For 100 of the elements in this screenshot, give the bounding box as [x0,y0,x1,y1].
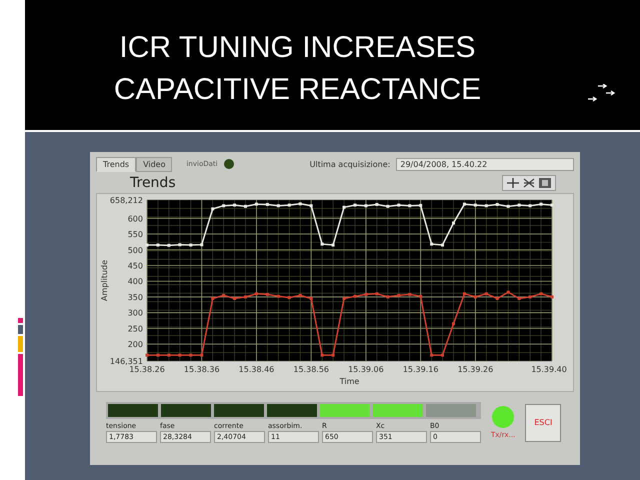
data-point [484,204,488,208]
y-tick-label: 400 [128,277,143,286]
data-point [364,292,368,296]
data-point [496,202,499,206]
data-point [540,292,543,296]
data-point [506,290,510,294]
accent-stripe [18,354,23,396]
exit-button[interactable]: ESCI [525,404,562,442]
data-point [222,204,226,208]
data-point [211,207,214,210]
x-tick-label: 15.39.26 [458,365,494,374]
data-point [332,354,335,357]
slide-title: ICR TUNING INCREASES [118,30,477,66]
data-point [320,242,324,246]
timestamp-field: 29/04/2008, 15.40.22 [396,158,574,170]
data-point [419,204,422,207]
data-point [353,204,356,207]
data-point [233,204,236,207]
data-point [244,295,248,298]
crosshair-icon[interactable] [506,177,520,189]
data-point [375,202,378,206]
data-point [364,204,368,208]
data-point [167,354,170,357]
x-tick-label: 15.39.16 [402,365,438,374]
data-point [518,297,521,300]
y-tick-label: 200 [128,340,143,350]
data-point [189,244,192,247]
data-point [244,204,248,208]
data-point [408,292,412,296]
accent-stripe [18,336,23,352]
data-point [474,204,477,207]
data-point [298,202,302,206]
data-point [462,292,466,296]
data-point [540,202,543,206]
data-point [189,354,192,357]
y-tick-label: 146,351 [110,357,143,366]
y-tick-label: 300 [128,308,143,318]
y-tick-label: 658,212 [110,196,143,205]
data-point [310,204,313,208]
data-point [298,294,302,297]
data-point [276,294,280,298]
data-point [550,295,554,298]
data-point [452,222,455,225]
data-point [462,202,466,206]
data-point [353,294,356,298]
y-tick-label: 250 [128,324,143,334]
data-point [200,354,204,357]
y-tick-label: 500 [128,246,143,255]
data-point [430,242,434,246]
data-point [474,295,477,298]
data-point [441,244,444,247]
data-point [156,354,160,357]
data-point [276,204,280,208]
data-point [408,204,412,208]
x-axis-title: Time [340,377,360,386]
x-tick-label: 15.39.06 [348,365,384,374]
data-point [200,243,204,246]
data-point [233,297,236,300]
y-tick-label: 450 [128,262,143,270]
data-point [550,204,554,207]
x-tick-label: 15.38.36 [184,365,220,374]
y-axis-title: Amplitude [100,260,109,301]
data-point [342,297,346,300]
x-tick-label: 15.38.56 [293,365,329,374]
data-point [386,295,390,298]
data-point [528,204,532,208]
data-point [452,322,455,326]
data-point [146,244,148,247]
field-label: Ultima acquisizione: [310,160,390,168]
data-point [156,244,160,247]
data-point [484,292,488,296]
data-point [254,292,258,296]
data-point [178,354,182,357]
data-point [310,297,313,300]
x-tick-label: 15.39.40 [531,365,567,374]
data-point [528,295,532,298]
data-point [441,354,444,357]
data-point [430,354,434,357]
data-point [254,202,258,206]
y-tick-label: 550 [128,230,143,240]
data-point [386,204,390,208]
tab[interactable]: Trends [96,156,136,172]
data-point [496,297,499,300]
data-point [397,204,400,207]
x-tick-label: 15.38.26 [129,365,165,374]
data-point [266,202,269,206]
tab[interactable]: Video [136,156,172,172]
data-point [178,243,182,246]
graph-title: Trends [130,175,176,191]
graph-toolbar[interactable] [502,175,556,191]
data-point [419,294,422,298]
data-point [167,244,170,247]
slide-title: CAPACITIVE REACTANCE [114,72,482,108]
x-tick-label: 15.38.46 [238,365,274,374]
zoom-icon[interactable] [522,177,536,189]
data-point [211,297,214,300]
data-point [518,204,521,207]
data-point [342,206,346,209]
data-point [266,292,269,296]
y-tick-label: 350 [128,292,143,302]
